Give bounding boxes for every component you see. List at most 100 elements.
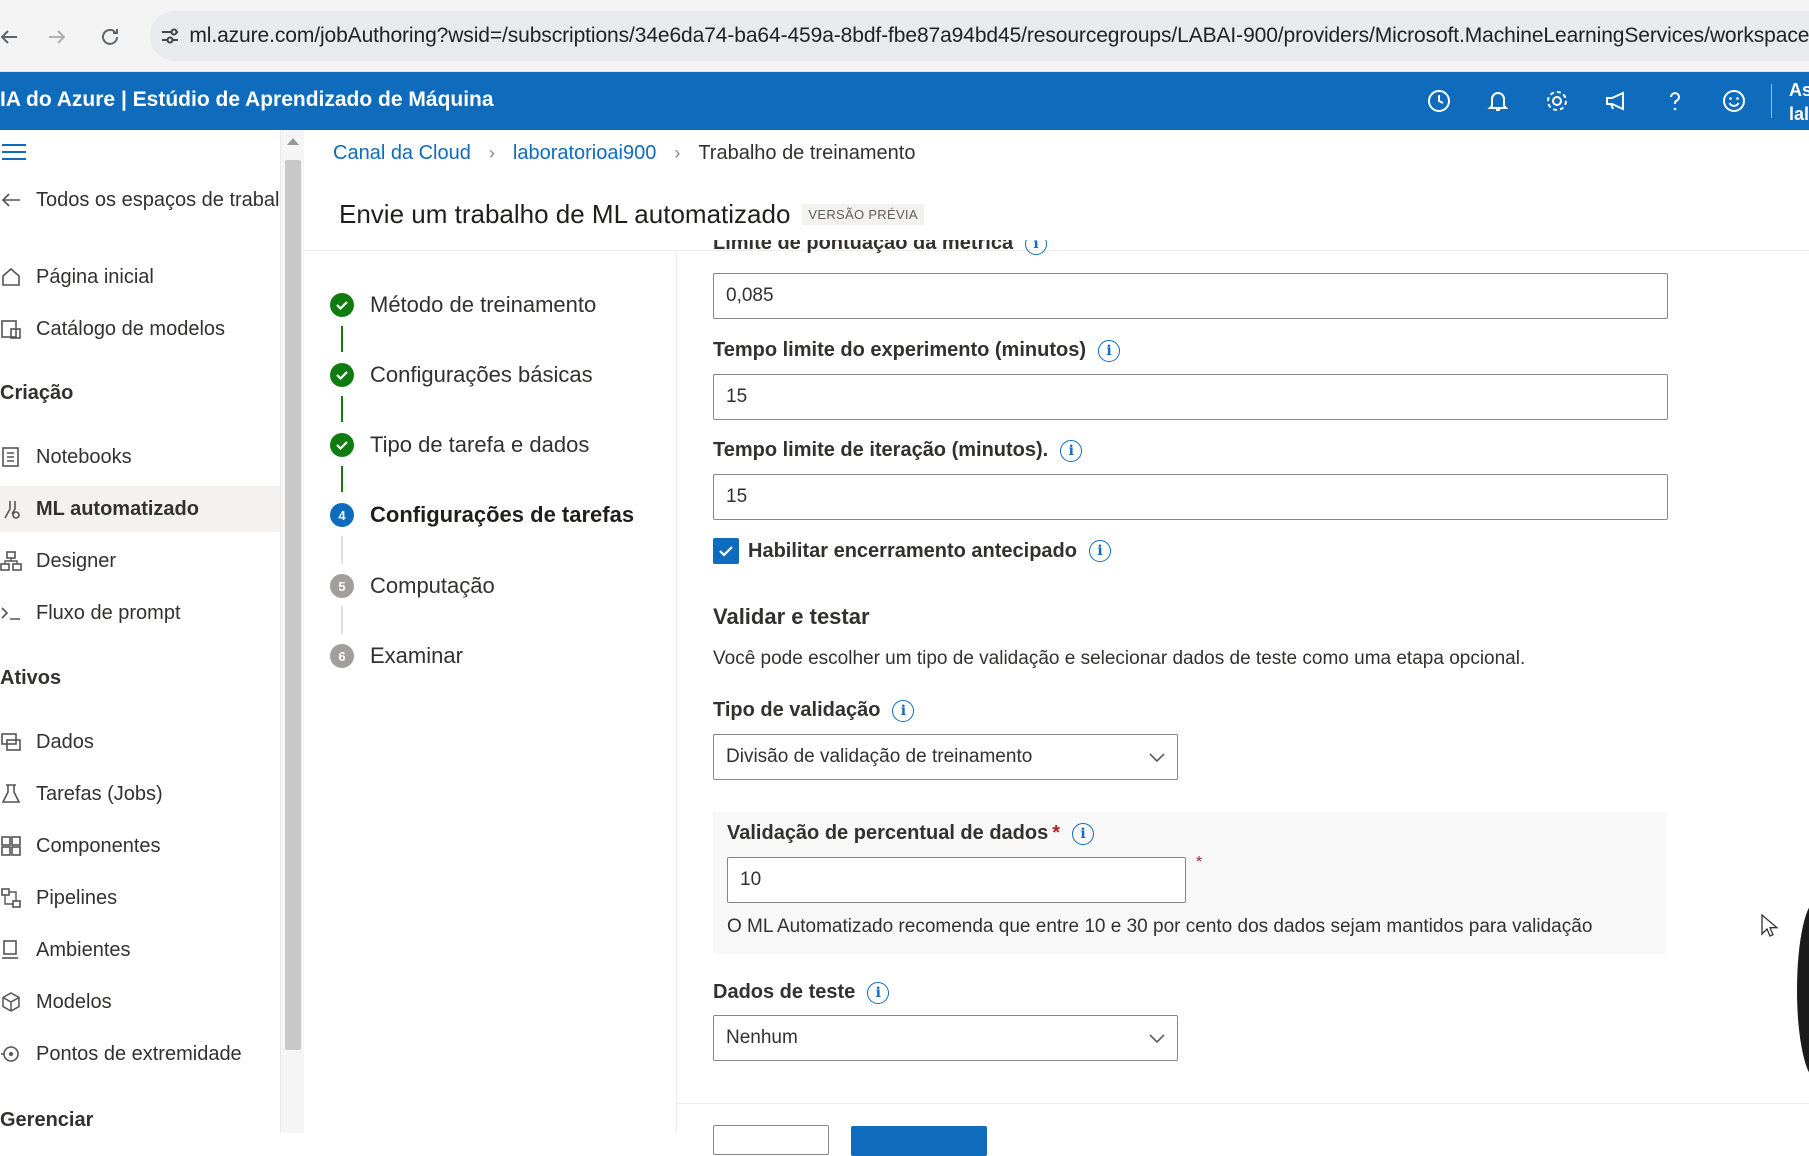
left-nav-scrollbar[interactable] [280,130,304,1133]
prompt-terminal-icon [0,602,36,624]
nav-item-model-catalog[interactable]: Catálogo de modelos [0,306,280,352]
step-connector [341,396,343,422]
content-divider [676,250,677,1133]
nav-item-pipelines[interactable]: Pipelines [0,875,280,921]
breadcrumb-item-workspace[interactable]: laboratorioai900 [513,142,656,165]
experiment-timeout-input[interactable]: 15 [713,374,1668,420]
nav-prompt-flow-label: Fluxo de prompt [36,601,181,624]
header-separator [1771,84,1772,118]
step-compute[interactable]: 5 Computação [330,573,495,599]
step-label: Método de treinamento [370,292,597,317]
step-training-method[interactable]: Método de treinamento [330,292,596,318]
early-termination-checkbox[interactable] [713,538,739,564]
home-icon [0,266,36,288]
account-line-2: lal [1789,104,1809,124]
nav-item-prompt-flow[interactable]: Fluxo de prompt [0,590,280,636]
info-icon[interactable]: i [892,699,915,722]
scroll-up-arrow-icon[interactable] [287,138,299,145]
next-button[interactable] [851,1126,987,1156]
step-label: Tipo de tarefa e dados [370,432,590,457]
validation-type-dropdown[interactable]: Divisão de validação de treinamento [713,734,1178,780]
validation-percent-label-text: Validação de percentual de dados [727,822,1049,844]
nav-endpoints-label: Pontos de extremidade [36,1042,242,1065]
history-clock-icon[interactable] [1425,87,1453,115]
forward-arrow-icon[interactable] [40,20,74,54]
app-title[interactable]: IA do Azure | Estúdio de Aprendizado de … [0,88,494,112]
nav-back-to-workspaces[interactable]: Todos os espaços de trabal [0,177,280,223]
page-title-row: Envie um trabalho de ML automatizado VER… [339,199,924,230]
experiment-timeout-value: 15 [726,386,748,407]
info-icon[interactable]: i [1072,822,1095,845]
breadcrumb-chevron-icon: › [674,143,681,163]
nav-item-notebooks[interactable]: Notebooks [0,434,280,480]
nav-pipelines-label: Pipelines [36,886,118,909]
step-label: Configurações de tarefas [370,502,635,527]
smiley-feedback-icon[interactable] [1720,87,1748,115]
early-termination-label[interactable]: Habilitar encerramento antecipado [748,540,1077,563]
validation-percent-value: 10 [740,869,762,890]
nav-section-manage: Gerenciar [0,1109,94,1131]
iteration-timeout-label-text: Tempo limite de iteração (minutos). [713,439,1049,461]
back-arrow-icon[interactable] [0,20,26,54]
back-button[interactable] [713,1125,829,1155]
nav-item-environments[interactable]: Ambientes [0,927,280,973]
checkmark-icon [330,433,354,457]
nav-item-home[interactable]: Página inicial [0,254,280,300]
settings-gear-icon[interactable] [1543,87,1571,115]
step-connector [341,466,343,492]
validation-type-value: Divisão de validação de treinamento [726,746,1033,767]
info-icon[interactable]: i [1025,240,1048,255]
left-navigation: Todos os espaços de trabal Página inicia… [0,130,280,1133]
validation-type-label-text: Tipo de validação [713,699,881,721]
nav-item-data[interactable]: Dados [0,719,280,765]
breadcrumb-item-channel[interactable]: Canal da Cloud [333,142,471,165]
reload-icon[interactable] [93,20,127,54]
metric-score-threshold-input[interactable]: 0,085 [713,273,1668,319]
nav-data-label: Dados [36,730,94,753]
info-icon[interactable]: i [1060,439,1083,462]
iteration-timeout-input[interactable]: 15 [713,474,1668,520]
validate-test-description: Você pode escolher um tipo de validação … [713,648,1526,669]
test-data-label-text: Dados de teste [713,981,856,1003]
iteration-timeout-label: Tempo limite de iteração (minutos). i [713,439,1083,462]
hamburger-menu-icon[interactable] [2,144,26,165]
nav-item-models[interactable]: Modelos [0,979,280,1025]
test-data-value: Nenhum [726,1027,798,1048]
validation-percent-input[interactable]: 10 [727,857,1186,903]
nav-item-jobs[interactable]: Tarefas (Jobs) [0,771,280,817]
address-bar[interactable]: ml.azure.com/jobAuthoring?wsid=/subscrip… [150,11,1809,61]
account-info[interactable]: As lal [1789,78,1809,126]
page-title: Envie um trabalho de ML automatizado [339,199,791,229]
step-review[interactable]: 6 Examinar [330,643,463,669]
browser-toolbar: ml.azure.com/jobAuthoring?wsid=/subscrip… [0,0,1809,72]
step-task-type-data[interactable]: Tipo de tarefa e dados [330,432,589,458]
test-data-dropdown[interactable]: Nenhum [713,1015,1178,1061]
step-basic-settings[interactable]: Configurações básicas [330,362,593,388]
step-task-settings[interactable]: 4 Configurações de tarefas [330,502,634,528]
environments-icon [0,939,36,961]
step-number: 4 [330,503,354,527]
scrollbar-thumb[interactable] [285,160,301,1050]
preview-badge: VERSÃO PRÉVIA [802,204,924,225]
validate-test-heading: Validar e testar [713,604,870,629]
nav-components-label: Componentes [36,834,161,857]
nav-section-assets: Ativos [0,667,62,689]
url-text: ml.azure.com/jobAuthoring?wsid=/subscrip… [189,24,1809,47]
data-icon [0,731,36,753]
nav-catalog-label: Catálogo de modelos [36,317,226,340]
metric-score-label-text: Limite de pontuação da métrica [713,240,1014,254]
nav-item-components[interactable]: Componentes [0,823,280,869]
step-connector [341,326,343,352]
info-icon[interactable]: i [1098,339,1120,362]
info-icon[interactable]: i [867,981,890,1004]
notification-bell-icon[interactable] [1484,87,1512,115]
step-connector [341,536,343,564]
test-data-label: Dados de teste i [713,981,890,1004]
site-settings-icon[interactable] [150,25,189,47]
nav-item-endpoints[interactable]: Pontos de extremidade [0,1031,280,1077]
info-icon[interactable]: i [1088,540,1111,562]
help-question-icon[interactable] [1661,87,1689,115]
feedback-megaphone-icon[interactable] [1602,87,1630,115]
nav-item-designer[interactable]: Designer [0,538,280,584]
nav-item-automated-ml[interactable]: ML automatizado [0,486,280,532]
